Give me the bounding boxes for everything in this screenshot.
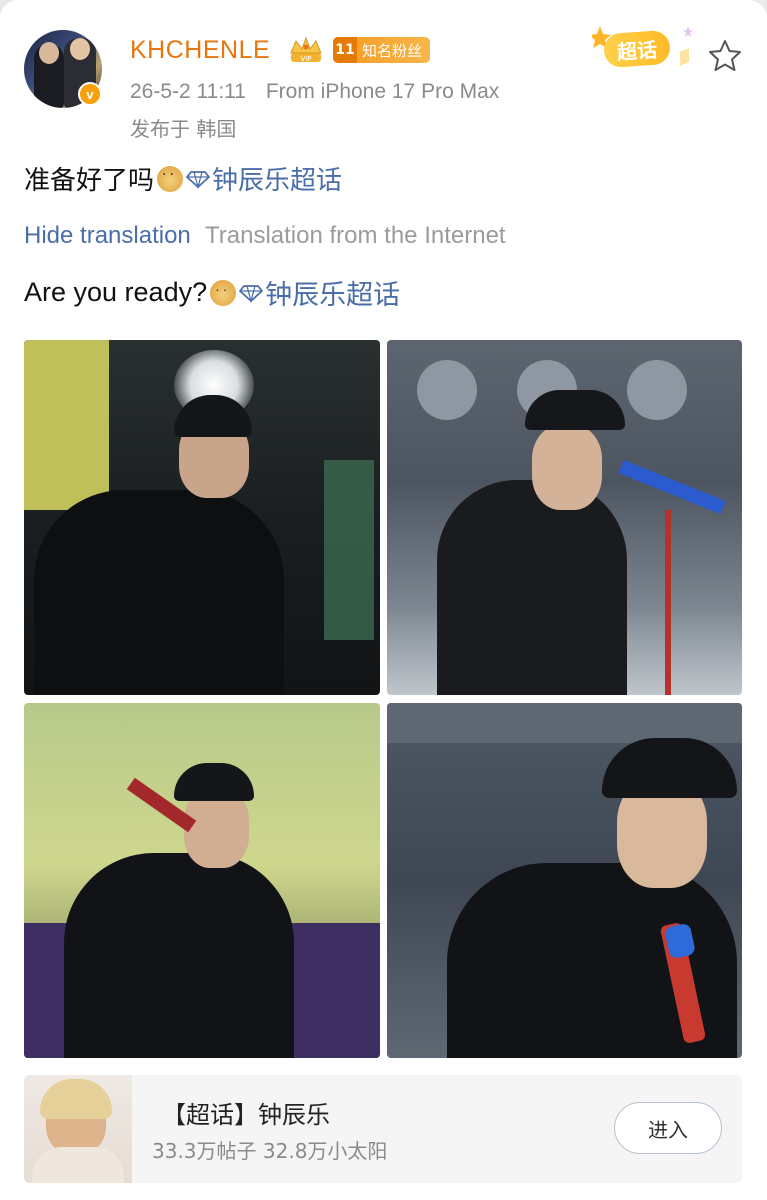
username[interactable]: KHCHENLE [130,36,270,65]
doge-emoji-icon [157,165,184,192]
post-text-original: 准备好了吗 [24,166,155,196]
post-photo-2[interactable] [387,340,742,695]
topic-stats: 33.3万帖子 32.8万小太阳 [152,1139,388,1163]
translated-text: Are you ready? 钟辰乐超话 [24,273,400,312]
super-topic-badge[interactable]: 超话 [592,22,702,72]
enter-button[interactable]: 进入 [614,1102,722,1154]
post-photo-3[interactable] [24,703,380,1058]
fan-level-badge[interactable]: 11 知名粉丝 [333,37,431,63]
timestamp: 26-5-2 11:11 [130,80,246,103]
post-meta: 26-5-2 11:11 From iPhone 17 Pro Max [130,80,499,104]
super-topic-gem-icon [186,170,210,189]
super-topic-card[interactable]: 【超话】钟辰乐 33.3万帖子 32.8万小太阳 进入 [24,1075,742,1183]
fan-badge-label: 知名粉丝 [362,41,423,60]
post-photo-4[interactable] [387,703,742,1058]
translation-source: Translation from the Internet [205,222,506,249]
post-photo-1[interactable] [24,340,380,695]
weibo-post-card: v KHCHENLE VIP 11 知名粉丝 26-5-2 11:11 From… [0,0,767,1200]
crown-icon: VIP [290,36,322,63]
super-topic-gem-icon [239,284,264,303]
hide-translation-link[interactable]: Hide translation [24,222,191,249]
doge-emoji-icon [210,279,237,306]
post-text-translated: Are you ready? [24,277,208,307]
post-location: 发布于 韩国 [130,117,237,141]
post-source: From iPhone 17 Pro Max [265,80,500,103]
super-topic-label: 超话 [602,29,672,69]
topic-link[interactable]: 钟辰乐超话 [212,160,342,197]
topic-link[interactable]: 钟辰乐超话 [265,273,400,312]
verified-badge-icon: v [78,82,102,106]
star-icon[interactable] [707,38,743,74]
fan-level-number: 11 [333,37,357,63]
topic-thumbnail [24,1075,132,1183]
svg-text:VIP: VIP [300,55,311,63]
post-text: 准备好了吗 钟辰乐超话 [24,160,342,197]
topic-title: 【超话】钟辰乐 [162,1101,330,1129]
translation-bar: Hide translation Translation from the In… [24,222,506,250]
